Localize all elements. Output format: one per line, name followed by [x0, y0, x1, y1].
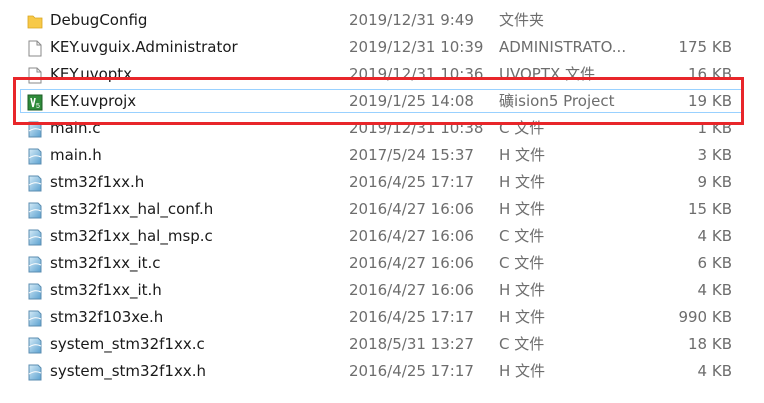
blank-file-icon — [27, 66, 43, 84]
svg-text:5: 5 — [36, 103, 40, 110]
file-size: 15 KB — [688, 200, 732, 218]
file-row[interactable]: KEY.uvoptx 2019/12/31 10:36 UVOPTX 文件 16 KB — [0, 61, 764, 88]
file-row[interactable]: stm32f1xx_it.c 2016/4/27 16:06 C 文件 6 KB — [0, 250, 764, 277]
file-row[interactable]: main.c 2019/12/31 10:38 C 文件 1 KB — [0, 115, 764, 142]
file-size: 9 KB — [697, 173, 732, 191]
file-name: KEY.uvprojx — [50, 92, 137, 110]
file-date: 2016/4/27 16:06 — [349, 200, 474, 218]
file-size: 18 KB — [688, 335, 732, 353]
source-file-icon — [27, 228, 43, 246]
file-name: KEY.uvguix.Administrator — [50, 38, 238, 56]
file-type: H 文件 — [499, 308, 546, 326]
file-date: 2018/5/31 13:27 — [349, 335, 474, 353]
file-row[interactable]: KEY.uvguix.Administrator 2019/12/31 10:39… — [0, 34, 764, 61]
file-name: DebugConfig — [50, 11, 148, 29]
file-type: C 文件 — [499, 119, 545, 137]
file-type: H 文件 — [499, 362, 546, 380]
file-name: main.c — [50, 119, 101, 137]
file-row[interactable]: system_stm32f1xx.h 2016/4/25 17:17 H 文件 4 K… — [0, 358, 764, 385]
keil-project-icon: 5 — [27, 93, 43, 111]
file-type: 礦ision5 Project — [499, 92, 615, 110]
file-type: 文件夹 — [499, 11, 545, 29]
file-name: stm32f1xx.h — [50, 173, 145, 191]
file-date: 2019/12/31 10:36 — [349, 65, 484, 83]
file-name: stm32f1xx_it.c — [50, 254, 161, 272]
file-date: 2019/1/25 14:08 — [349, 92, 474, 110]
source-file-icon — [27, 282, 43, 300]
file-type: C 文件 — [499, 227, 545, 245]
file-date: 2016/4/25 17:17 — [349, 308, 474, 326]
file-size: 4 KB — [697, 362, 732, 380]
source-file-icon — [27, 336, 43, 354]
file-size: 19 KB — [688, 92, 732, 110]
source-file-icon — [27, 201, 43, 219]
file-name: stm32f1xx_hal_msp.c — [50, 227, 213, 245]
file-type: C 文件 — [499, 335, 545, 353]
file-name: system_stm32f1xx.h — [50, 362, 206, 380]
file-size: 16 KB — [688, 65, 732, 83]
file-date: 2016/4/27 16:06 — [349, 227, 474, 245]
source-file-icon — [27, 363, 43, 381]
file-row[interactable]: 5 KEY.uvprojx 2019/1/25 14:08 礦ision5 Proje… — [0, 88, 764, 115]
file-date: 2016/4/27 16:06 — [349, 281, 474, 299]
file-row[interactable]: system_stm32f1xx.c 2018/5/31 13:27 C 文件 18 … — [0, 331, 764, 358]
file-type: C 文件 — [499, 254, 545, 272]
file-row[interactable]: stm32f1xx_hal_conf.h 2016/4/27 16:06 H 文件 1… — [0, 196, 764, 223]
file-row[interactable]: stm32f1xx_it.h 2016/4/27 16:06 H 文件 4 KB — [0, 277, 764, 304]
file-name: KEY.uvoptx — [50, 65, 133, 83]
file-type: H 文件 — [499, 173, 546, 191]
file-date: 2016/4/25 17:17 — [349, 173, 474, 191]
file-row[interactable]: stm32f1xx.h 2016/4/25 17:17 H 文件 9 KB — [0, 169, 764, 196]
file-row[interactable]: DebugConfig 2019/12/31 9:49 文件夹 — [0, 7, 764, 34]
source-file-icon — [27, 255, 43, 273]
source-file-icon — [27, 147, 43, 165]
file-size: 1 KB — [697, 119, 732, 137]
file-row[interactable]: main.h 2017/5/24 15:37 H 文件 3 KB — [0, 142, 764, 169]
file-date: 2019/12/31 10:39 — [349, 38, 484, 56]
file-name: stm32f1xx_hal_conf.h — [50, 200, 214, 218]
file-size: 4 KB — [697, 281, 732, 299]
file-name: main.h — [50, 146, 102, 164]
file-size: 4 KB — [697, 227, 732, 245]
file-date: 2016/4/25 17:17 — [349, 362, 474, 380]
file-type: H 文件 — [499, 200, 546, 218]
file-row[interactable]: stm32f103xe.h 2016/4/25 17:17 H 文件 990 KB — [0, 304, 764, 331]
file-date: 2016/4/27 16:06 — [349, 254, 474, 272]
source-file-icon — [27, 174, 43, 192]
file-size: 3 KB — [697, 146, 732, 164]
file-type: ADMINISTRATO... — [499, 38, 627, 56]
source-file-icon — [27, 309, 43, 327]
blank-file-icon — [27, 39, 43, 57]
file-type: H 文件 — [499, 281, 546, 299]
file-date: 2017/5/24 15:37 — [349, 146, 474, 164]
file-size: 175 KB — [678, 38, 732, 56]
file-type: H 文件 — [499, 146, 546, 164]
file-size: 6 KB — [697, 254, 732, 272]
file-size: 990 KB — [678, 308, 732, 326]
folder-icon — [27, 12, 43, 29]
file-list: DebugConfig 2019/12/31 9:49 文件夹 KEY.uvguix.… — [0, 0, 764, 403]
file-name: system_stm32f1xx.c — [50, 335, 205, 353]
file-row[interactable]: stm32f1xx_hal_msp.c 2016/4/27 16:06 C 文件 4 … — [0, 223, 764, 250]
file-type: UVOPTX 文件 — [499, 65, 596, 83]
file-date: 2019/12/31 9:49 — [349, 11, 474, 29]
file-date: 2019/12/31 10:38 — [349, 119, 484, 137]
file-name: stm32f1xx_it.h — [50, 281, 162, 299]
file-name: stm32f103xe.h — [50, 308, 164, 326]
source-file-icon — [27, 120, 43, 138]
